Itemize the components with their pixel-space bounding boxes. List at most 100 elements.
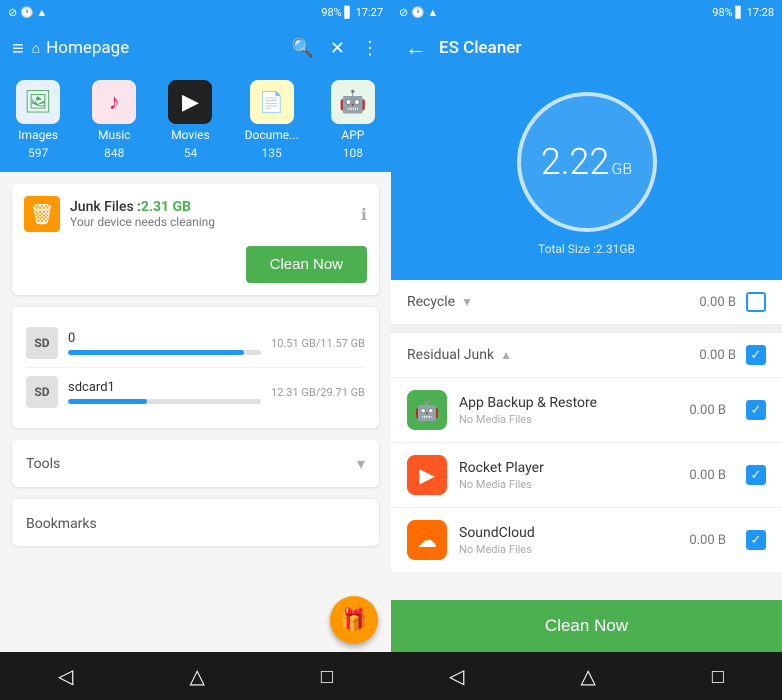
status-right-left-icons: ⊘ 🕐 ▲ [399,6,438,19]
status-bar-left: ⊘ 🕐 ▲ 98% ▋ 17:27 [0,0,391,24]
category-images[interactable]: 🖼 Images 597 [16,80,60,160]
junk-size: 2.31 GB [141,199,191,215]
movies-icon: ▶ [168,80,212,124]
backup-app-name: App Backup & Restore [459,395,689,411]
main-content-left: 🗑 Junk Files :2.31 GB Your device needs … [0,172,391,652]
more-icon[interactable]: ⋮ [361,38,379,59]
sound-app-media: No Media Files [459,543,689,556]
status-right-right-info: 98% ▋ 17:28 [712,6,774,19]
images-label: Images [18,128,58,142]
status-bar-right: ⊘ 🕐 ▲ 98% ▋ 17:28 [391,0,782,24]
nav-home-right[interactable]: △ [580,664,595,688]
app-item-soundcloud: ☁ SoundCloud No Media Files 0.00 B [391,508,782,573]
sd-icon-0: SD [26,327,58,359]
app-count: 108 [343,146,363,160]
app-icon: 🤖 [331,80,375,124]
category-documents[interactable]: 📄 Docume... 135 [245,80,299,160]
rocket-app-icon: ▶ [407,455,447,495]
backup-app-icon: 🤖 [407,390,447,430]
rocket-app-size: 0.00 B [689,468,726,483]
info-icon: ℹ [361,205,367,224]
category-music[interactable]: ♪ Music 848 [92,80,136,160]
toolbar-right: ← ES Cleaner [391,24,782,72]
junk-header: 🗑 Junk Files :2.31 GB Your device needs … [24,196,367,232]
rocket-app-name: Rocket Player [459,460,689,476]
recycle-title: Recycle ▼ [407,294,699,310]
search-icon[interactable]: 🔍 [291,38,313,59]
clean-now-button-left[interactable]: Clean Now [246,246,367,283]
home-icon: ⌂ [32,40,40,57]
residual-checkbox[interactable] [746,345,766,365]
backup-checkbox[interactable] [746,400,766,420]
storage-item-1: SD sdcard1 12.31 GB/29.71 GB [26,367,365,416]
nav-home-left[interactable]: △ [189,664,204,688]
storage-name-0: 0 [68,331,261,346]
sound-app-info: SoundCloud No Media Files [459,525,689,556]
gauge-unit: GB [611,159,632,178]
backup-app-media: No Media Files [459,413,689,426]
chevron-down-icon: ▾ [357,454,365,473]
close-icon[interactable]: ✕ [330,38,345,59]
sound-app-size: 0.00 B [689,533,726,548]
music-icon: ♪ [92,80,136,124]
page-title-left: ⌂ Homepage [32,38,284,58]
storage-item-0: SD 0 10.51 GB/11.57 GB [26,319,365,367]
category-movies[interactable]: ▶ Movies 54 [168,80,212,160]
junk-title: Junk Files :2.31 GB [70,199,215,215]
nav-back-left[interactable]: ◁ [58,664,73,688]
sound-app-icon: ☁ [407,520,447,560]
music-count: 848 [104,146,124,160]
toolbar-actions: 🔍 ✕ ⋮ [291,38,379,59]
music-label: Music [98,128,130,142]
storage-bar-fill-1 [68,399,147,404]
sd-icon-1: SD [26,376,58,408]
clean-now-button-right[interactable]: Clean Now [391,600,782,652]
documents-label: Docume... [245,128,299,142]
recycle-chevron-icon: ▼ [461,295,473,309]
total-size-label: Total Size :2.31GB [538,242,635,256]
status-left-icons: ⊘ 🕐 ▲ [8,6,47,19]
recycle-size: 0.00 B [699,295,736,310]
file-categories: 🖼 Images 597 ♪ Music 848 ▶ Movies 54 📄 D… [0,72,391,172]
bookmarks-label: Bookmarks [26,516,97,532]
storage-info-1: sdcard1 [68,380,261,404]
recycle-checkbox[interactable] [746,292,766,312]
junk-info: Junk Files :2.31 GB Your device needs cl… [70,199,215,229]
documents-icon: 📄 [250,80,294,124]
gauge-value-row: 2.22 GB [541,141,632,183]
junk-subtitle: Your device needs cleaning [70,215,215,229]
nav-bar-left: ◁ △ □ [0,652,391,700]
residual-section-header[interactable]: Residual Junk ▲ 0.00 B [391,325,782,378]
recycle-section-header[interactable]: Recycle ▼ 0.00 B [391,280,782,325]
storage-bar-track-0 [68,350,261,355]
movies-label: Movies [171,128,210,142]
tools-card[interactable]: Tools ▾ [12,440,379,487]
toolbar-left: ≡ ⌂ Homepage 🔍 ✕ ⋮ [0,24,391,72]
rocket-app-info: Rocket Player No Media Files [459,460,689,491]
back-button[interactable]: ← [405,35,427,61]
status-right-info: 98% ▋ 17:27 [321,6,383,19]
app-item-backup: 🤖 App Backup & Restore No Media Files 0.… [391,378,782,443]
rocket-checkbox[interactable] [746,465,766,485]
storage-size-0: 10.51 GB/11.57 GB [271,337,365,350]
bookmarks-card[interactable]: Bookmarks [12,499,379,546]
sound-checkbox[interactable] [746,530,766,550]
nav-bar-right: ◁ △ □ [391,652,782,700]
menu-icon[interactable]: ≡ [12,36,24,61]
tools-label: Tools [26,456,60,472]
category-app[interactable]: 🤖 APP 108 [331,80,375,160]
fab-button[interactable]: 🎁 [330,596,378,644]
app-item-rocket: ▶ Rocket Player No Media Files 0.00 B [391,443,782,508]
gauge-value: 2.22 [541,141,610,183]
storage-name-1: sdcard1 [68,380,261,395]
cleaner-hero: 2.22 GB Total Size :2.31GB [391,72,782,280]
documents-count: 135 [262,146,282,160]
images-icon: 🖼 [16,80,60,124]
junk-card: 🗑 Junk Files :2.31 GB Your device needs … [12,184,379,295]
backup-app-size: 0.00 B [689,403,726,418]
nav-square-left[interactable]: □ [321,664,333,689]
nav-square-right[interactable]: □ [712,664,724,689]
app-title: ES Cleaner [439,38,521,58]
nav-back-right[interactable]: ◁ [449,664,464,688]
rocket-app-media: No Media Files [459,478,689,491]
